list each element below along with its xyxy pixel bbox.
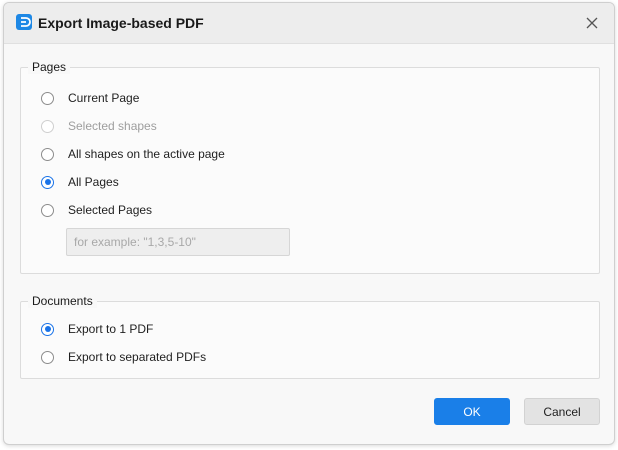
- page-range-input[interactable]: [66, 228, 290, 256]
- radio-all-pages[interactable]: All Pages: [41, 172, 119, 192]
- radio-selected-shapes-circle: [41, 119, 54, 133]
- close-icon[interactable]: [582, 13, 602, 33]
- title-bar: Export Image-based PDF: [4, 3, 614, 44]
- radio-current-page-label[interactable]: Current Page: [68, 91, 139, 105]
- ok-button[interactable]: OK: [434, 398, 510, 425]
- radio-export-one-pdf-label[interactable]: Export to 1 PDF: [68, 322, 153, 336]
- radio-selected-pages-label[interactable]: Selected Pages: [68, 203, 152, 217]
- radio-all-shapes-active-page[interactable]: All shapes on the active page: [41, 144, 225, 164]
- radio-current-page-circle[interactable]: [41, 91, 54, 105]
- radio-export-separated[interactable]: Export to separated PDFs: [41, 347, 206, 367]
- documents-group: Documents Export to 1 PDF Export to sepa…: [20, 294, 600, 379]
- radio-export-one-pdf-circle[interactable]: [41, 322, 54, 336]
- export-pdf-dialog: Export Image-based PDF Pages Current Pag…: [3, 2, 615, 445]
- radio-export-separated-circle[interactable]: [41, 350, 54, 364]
- radio-export-separated-label[interactable]: Export to separated PDFs: [68, 350, 206, 364]
- pages-legend: Pages: [28, 60, 71, 74]
- pages-group: Pages Current Page Selected shapes All s…: [20, 60, 600, 274]
- radio-selected-pages[interactable]: Selected Pages: [41, 200, 152, 220]
- radio-selected-pages-circle[interactable]: [41, 203, 54, 217]
- radio-selected-shapes-label: Selected shapes: [68, 119, 157, 133]
- radio-selected-shapes: Selected shapes: [41, 116, 157, 136]
- documents-legend: Documents: [28, 294, 97, 308]
- close-button[interactable]: [582, 13, 602, 33]
- dialog-title: Export Image-based PDF: [38, 15, 204, 31]
- cancel-button[interactable]: Cancel: [524, 398, 600, 425]
- radio-all-shapes-label[interactable]: All shapes on the active page: [68, 147, 225, 161]
- radio-export-one-pdf[interactable]: Export to 1 PDF: [41, 319, 153, 339]
- edraw-logo-icon: [16, 14, 32, 30]
- radio-all-pages-label[interactable]: All Pages: [68, 175, 119, 189]
- radio-all-pages-circle[interactable]: [41, 175, 54, 189]
- radio-current-page[interactable]: Current Page: [41, 88, 139, 108]
- radio-all-shapes-circle[interactable]: [41, 147, 54, 161]
